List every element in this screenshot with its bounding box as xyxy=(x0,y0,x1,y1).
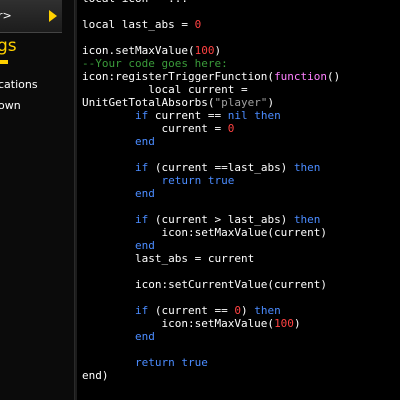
code-line: return true xyxy=(82,356,340,369)
code-line: if current == nil then xyxy=(82,109,340,122)
code-token: then xyxy=(293,213,321,226)
code-line: --Your code goes here: xyxy=(82,57,340,70)
code-token: local current = xyxy=(82,83,248,96)
code-token: then xyxy=(293,161,321,174)
code-token: end xyxy=(134,239,155,252)
code-token: current == xyxy=(148,109,228,122)
code-token: icon.setMaxValue( xyxy=(82,44,195,57)
code-token: nil xyxy=(227,109,248,122)
code-token: return xyxy=(134,356,175,369)
code-line: if (current ==last_abs) then xyxy=(82,161,340,174)
code-token: current = xyxy=(82,122,228,135)
code-token: ) xyxy=(214,44,222,57)
code-line: icon:setMaxValue(current) xyxy=(82,226,340,239)
code-token: local last_abs = xyxy=(82,18,195,31)
code-token: true xyxy=(181,356,208,369)
expand-arrow-icon[interactable] xyxy=(49,10,57,22)
code-line: icon:registerTriggerFunction(function() xyxy=(82,70,340,83)
sidebar-category-label: r> xyxy=(0,9,12,22)
code-token: end xyxy=(134,330,155,343)
code-line: if (current > last_abs) then xyxy=(82,213,340,226)
code-token: 100 xyxy=(274,317,294,330)
code-token: return xyxy=(161,174,202,187)
code-token: ) xyxy=(293,317,301,330)
code-line: return true xyxy=(82,174,340,187)
sidebar-item-own[interactable]: own xyxy=(0,99,21,112)
code-line: icon:setCurrentValue(current) xyxy=(82,278,340,291)
code-token: icon:registerTriggerFunction( xyxy=(82,70,275,83)
code-token: ) xyxy=(267,96,275,109)
code-token: if xyxy=(134,109,149,122)
code-token: if xyxy=(134,161,149,174)
code-line: last_abs = current xyxy=(82,252,340,265)
code-text[interactable]: local icon = ... local last_abs = 0 icon.s… xyxy=(82,0,340,382)
code-line: local last_abs = 0 xyxy=(82,18,340,31)
code-line: if (current == 0) then xyxy=(82,304,340,317)
code-line: end xyxy=(82,239,340,252)
code-token: if xyxy=(134,304,149,317)
code-token: (current > last_abs) xyxy=(148,213,294,226)
code-token: true xyxy=(207,174,235,187)
code-token: 0 xyxy=(234,304,241,317)
code-token: "player" xyxy=(214,96,268,109)
code-token: 0 xyxy=(227,122,235,135)
code-token: icon:setMaxValue( xyxy=(82,317,275,330)
code-token: then xyxy=(254,109,281,122)
code-line: icon:setMaxValue(100) xyxy=(82,317,340,330)
code-token: local icon = ... xyxy=(82,0,188,5)
sidebar-section-heading: gs xyxy=(0,36,17,56)
code-token: icon:setCurrentValue(current) xyxy=(82,278,328,291)
code-token: --Your code goes here: xyxy=(82,57,228,70)
code-token: UnitGetTotalAbsorbs( xyxy=(82,96,215,109)
code-token: last_abs = current xyxy=(82,252,255,265)
sidebar-item-cations[interactable]: cations xyxy=(0,78,38,91)
code-token: function xyxy=(274,70,328,83)
code-line: UnitGetTotalAbsorbs("player") xyxy=(82,96,340,109)
code-token: () xyxy=(327,70,341,83)
code-line: end) xyxy=(82,369,340,382)
code-token: if xyxy=(134,213,149,226)
code-line: end xyxy=(82,135,340,148)
code-line: end xyxy=(82,187,340,200)
sidebar-divider xyxy=(74,0,77,400)
code-token: icon:setMaxValue(current) xyxy=(82,226,328,239)
sidebar: r> gs cations own xyxy=(0,0,77,400)
code-line: end xyxy=(82,330,340,343)
code-token: (current ==last_abs) xyxy=(148,161,294,174)
code-token: ) xyxy=(240,304,255,317)
sidebar-category-button[interactable]: r> xyxy=(0,0,62,33)
code-token: end) xyxy=(82,369,109,382)
code-token: end xyxy=(134,187,155,200)
code-token: then xyxy=(254,304,281,317)
code-line: local current = xyxy=(82,83,340,96)
code-editor[interactable]: local icon = ... local last_abs = 0 icon.s… xyxy=(78,0,400,400)
code-line: current = 0 xyxy=(82,122,340,135)
selection-marker xyxy=(0,60,8,64)
code-token: end xyxy=(134,135,155,148)
code-line: icon.setMaxValue(100) xyxy=(82,44,340,57)
code-token: 100 xyxy=(194,44,215,57)
code-token: 0 xyxy=(194,18,202,31)
code-token: (current == xyxy=(148,304,235,317)
addon-options-window: r> gs cations own local icon = ...local … xyxy=(0,0,400,400)
